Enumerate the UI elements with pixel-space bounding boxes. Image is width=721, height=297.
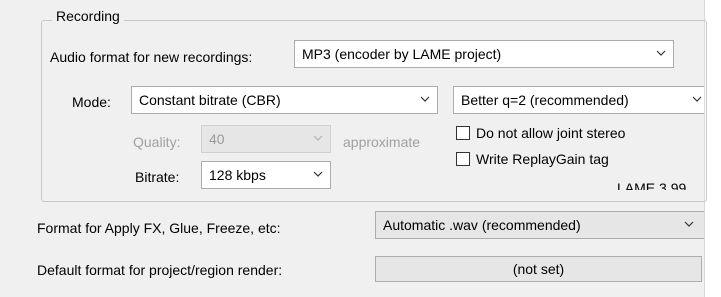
- mode-label: Mode:: [72, 94, 111, 110]
- lame-version-text: LAME 3.99: [617, 180, 687, 190]
- apply-fx-format-dropdown[interactable]: Automatic .wav (recommended): [375, 211, 704, 239]
- bitrate-label: Bitrate:: [135, 169, 180, 185]
- audio-format-dropdown[interactable]: MP3 (encoder by LAME project): [294, 40, 674, 68]
- apply-fx-format-value: Automatic .wav (recommended): [383, 217, 581, 233]
- chevron-down-icon: [656, 49, 666, 57]
- apply-fx-format-label: Format for Apply FX, Glue, Freeze, etc:: [37, 220, 281, 236]
- quality-preset-dropdown[interactable]: Better q=2 (recommended): [453, 86, 704, 114]
- chevron-down-icon: [684, 220, 694, 228]
- bitrate-value: 128 kbps: [209, 167, 266, 183]
- quality-label: Quality:: [133, 134, 181, 150]
- checkbox-box[interactable]: [456, 152, 470, 166]
- bitrate-dropdown[interactable]: 128 kbps: [201, 161, 331, 189]
- mode-dropdown[interactable]: Constant bitrate (CBR): [131, 86, 438, 114]
- audio-format-value: MP3 (encoder by LAME project): [302, 46, 502, 62]
- no-joint-stereo-label: Do not allow joint stereo: [476, 125, 626, 141]
- recording-group-title: Recording: [52, 7, 124, 25]
- render-format-button[interactable]: (not set): [375, 256, 702, 282]
- lame-version-label: LAME 3.99: [617, 180, 703, 190]
- replaygain-checkbox[interactable]: Write ReplayGain tag: [456, 151, 609, 167]
- replaygain-label: Write ReplayGain tag: [476, 151, 609, 167]
- mode-value: Constant bitrate (CBR): [139, 92, 281, 108]
- quality-dropdown[interactable]: 40: [201, 125, 331, 153]
- audio-format-label: Audio format for new recordings:: [50, 49, 253, 65]
- chevron-down-icon: [313, 170, 323, 178]
- approximate-label: approximate: [343, 134, 421, 150]
- quality-preset-value: Better q=2 (recommended): [461, 92, 629, 108]
- chevron-down-icon: [692, 95, 702, 103]
- chevron-down-icon: [313, 134, 323, 142]
- render-format-label: Default format for project/region render…: [37, 262, 283, 278]
- no-joint-stereo-checkbox[interactable]: Do not allow joint stereo: [456, 125, 625, 141]
- checkbox-box[interactable]: [456, 126, 470, 140]
- chevron-down-icon: [420, 95, 430, 103]
- quality-value: 40: [209, 131, 225, 147]
